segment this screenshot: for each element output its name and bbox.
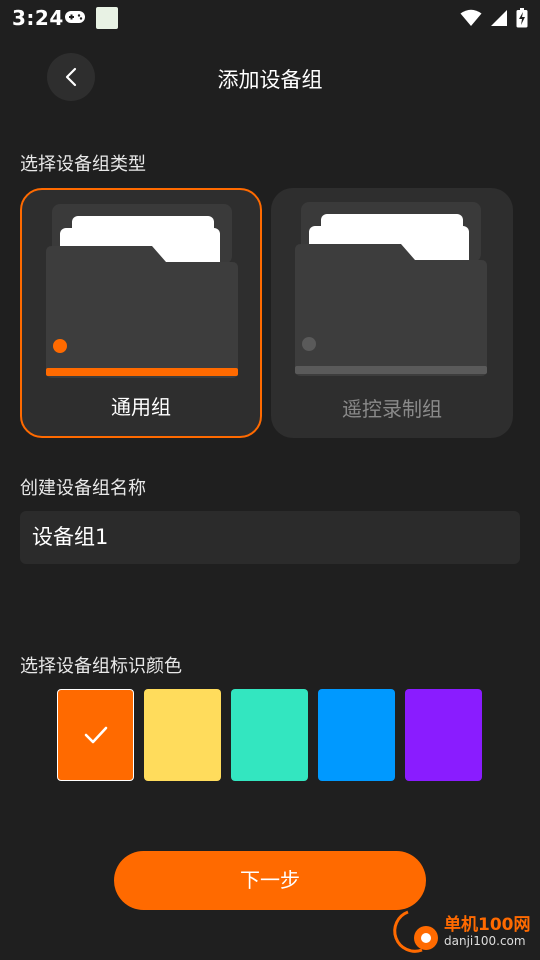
watermark-text: 单机100网	[444, 915, 531, 935]
color-swatches	[57, 689, 482, 781]
wifi-icon	[460, 9, 482, 26]
group-name-label: 创建设备组名称	[20, 478, 146, 499]
color-picker-label: 选择设备组标识颜色	[20, 656, 182, 677]
folder-icon	[46, 204, 238, 378]
signal-icon	[491, 10, 507, 26]
group-type-option-general[interactable]: 通用组	[20, 188, 262, 438]
watermark: 单机100网 danji100.com	[386, 906, 536, 956]
watermark-logo-icon	[393, 910, 438, 953]
group-type-label: 选择设备组类型	[20, 154, 146, 175]
color-swatch-orange[interactable]	[57, 689, 134, 781]
status-bar: 3:24	[0, 0, 540, 36]
next-button[interactable]: 下一步	[114, 851, 426, 910]
watermark-url: danji100.com	[444, 934, 526, 948]
group-type-option-label: 通用组	[111, 395, 171, 419]
color-swatch-blue[interactable]	[318, 689, 395, 781]
status-icons	[460, 8, 528, 28]
folder-icon	[295, 202, 487, 376]
checkmark-icon	[84, 726, 107, 744]
color-swatch-purple[interactable]	[405, 689, 482, 781]
group-type-option-label: 遥控录制组	[342, 397, 442, 421]
app-notification-icon	[96, 7, 118, 29]
gamepad-icon	[65, 11, 85, 23]
group-name-input[interactable]: 设备组1	[20, 511, 520, 564]
page-title: 添加设备组	[217, 68, 323, 92]
battery-charging-icon	[516, 8, 528, 28]
color-swatch-yellow[interactable]	[144, 689, 221, 781]
color-swatch-teal[interactable]	[231, 689, 308, 781]
status-time: 3:24	[12, 6, 64, 30]
group-type-option-remote-recording[interactable]: 遥控录制组	[271, 188, 513, 438]
